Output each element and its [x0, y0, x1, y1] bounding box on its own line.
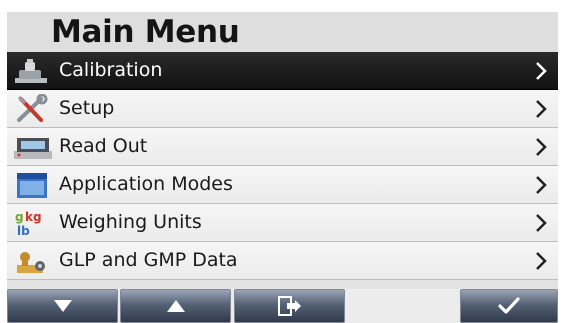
svg-text:lb: lb [17, 224, 30, 238]
menu-item-setup[interactable]: Setup [7, 90, 558, 128]
menu-item-label: Read Out [59, 135, 148, 157]
chevron-right-icon [536, 214, 547, 232]
exit-button[interactable] [234, 289, 345, 323]
menu-item-glp-gmp-data[interactable]: GLP and GMP Data [7, 242, 558, 280]
title-bar: Main Menu [7, 12, 558, 52]
checkmark-icon [498, 297, 520, 314]
menu-item-calibration[interactable]: Calibration [7, 52, 558, 90]
read-out-display-icon [14, 138, 52, 159]
calibration-weight-icon [15, 59, 47, 83]
menu-item-label: Application Modes [59, 173, 233, 195]
main-menu-screen: Main Menu Calibration Setup Read Out App… [7, 12, 558, 323]
arrow-up-icon [166, 300, 185, 312]
menu-item-label: Weighing Units [59, 211, 202, 233]
page-title: Main Menu [51, 14, 240, 50]
chevron-right-icon [536, 176, 547, 194]
svg-text:g: g [15, 210, 24, 224]
chevron-right-icon [536, 252, 547, 270]
softkey-bar [7, 289, 558, 323]
svg-text:kg: kg [25, 210, 42, 224]
glp-gmp-data-icon [17, 252, 45, 273]
weighing-units-icon: g kg lb [15, 210, 42, 238]
arrow-down-icon [53, 300, 72, 312]
menu-item-application-modes[interactable]: Application Modes [7, 166, 558, 204]
exit-icon [277, 296, 301, 316]
up-arrow-button[interactable] [120, 289, 231, 323]
menu-item-label: Calibration [59, 59, 163, 81]
menu-item-weighing-units[interactable]: g kg lb Weighing Units [7, 204, 558, 242]
menu-item-label: GLP and GMP Data [59, 249, 238, 271]
confirm-button[interactable] [460, 289, 558, 323]
chevron-right-icon [536, 100, 547, 118]
menu-item-read-out[interactable]: Read Out [7, 128, 558, 166]
application-modes-icon [17, 173, 47, 198]
setup-tools-icon [17, 94, 48, 122]
chevron-right-icon [536, 62, 547, 80]
down-arrow-button[interactable] [7, 289, 118, 323]
menu-item-label: Setup [59, 97, 115, 119]
chevron-right-icon [536, 138, 547, 156]
